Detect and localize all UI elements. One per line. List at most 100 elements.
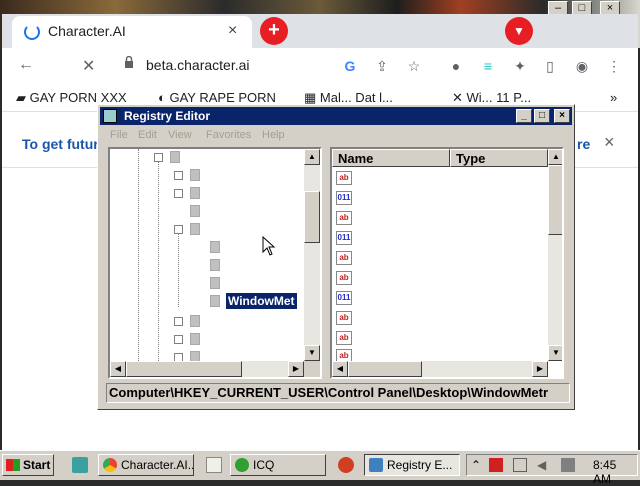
folder-icon[interactable] bbox=[210, 295, 220, 307]
column-header-name[interactable]: Name bbox=[332, 149, 450, 167]
tab-close-icon[interactable]: × bbox=[228, 22, 237, 40]
minimize-button[interactable]: _ bbox=[516, 109, 532, 123]
string-value-icon[interactable]: ab bbox=[336, 251, 352, 265]
column-header-type[interactable]: Type bbox=[450, 149, 548, 167]
tree-expander[interactable] bbox=[174, 225, 183, 234]
menu-favorites[interactable]: Favorites bbox=[206, 129, 251, 141]
share-icon[interactable]: ⇪ bbox=[372, 56, 392, 76]
tab-strip: Character.AI × + ▼ bbox=[2, 14, 638, 48]
profile-avatar-icon[interactable]: ◉ bbox=[572, 56, 592, 76]
maximize-button[interactable]: □ bbox=[534, 109, 550, 123]
back-arrow-icon[interactable]: ← bbox=[18, 56, 34, 74]
bookmarks-overflow-icon[interactable]: » bbox=[610, 90, 617, 105]
bookmark-item[interactable]: ◐ GAY RAPE PORN bbox=[158, 90, 276, 105]
banner-close-icon[interactable]: × bbox=[604, 132, 615, 153]
chrome-icon bbox=[103, 458, 117, 472]
menu-kebab-icon[interactable]: ⋮ bbox=[604, 56, 624, 76]
extension-icon[interactable]: ≡ bbox=[478, 56, 498, 76]
flag-icon[interactable] bbox=[489, 458, 503, 472]
binary-value-icon[interactable]: 011 bbox=[336, 291, 352, 305]
folder-icon[interactable] bbox=[210, 259, 220, 271]
title-bar[interactable]: Registry Editor _ □ × bbox=[100, 107, 572, 125]
scroll-left-icon[interactable]: ◀ bbox=[110, 361, 126, 377]
stop-loading-icon[interactable]: ✕ bbox=[82, 56, 95, 76]
tree-expander[interactable] bbox=[174, 335, 183, 344]
folder-icon[interactable] bbox=[206, 457, 222, 473]
tree-expander[interactable] bbox=[174, 189, 183, 198]
folder-icon[interactable] bbox=[190, 187, 200, 199]
folder-icon[interactable] bbox=[170, 151, 180, 163]
binary-value-icon[interactable]: 011 bbox=[336, 231, 352, 245]
tree-expander[interactable] bbox=[174, 171, 183, 180]
extensions-puzzle-icon[interactable]: ✦ bbox=[510, 56, 530, 76]
clock[interactable]: 8:45 AM bbox=[593, 458, 637, 486]
folder-icon[interactable] bbox=[190, 223, 200, 235]
tree-expander[interactable] bbox=[154, 153, 163, 162]
taskbar-item-icq[interactable]: ICQ bbox=[230, 454, 326, 476]
folder-icon[interactable] bbox=[190, 315, 200, 327]
window-title: Registry Editor bbox=[124, 109, 211, 123]
bookmark-star-icon[interactable]: ☆ bbox=[404, 56, 424, 76]
start-button[interactable]: Start bbox=[2, 454, 54, 476]
app-quicklaunch-icon[interactable] bbox=[338, 457, 354, 473]
side-panel-icon[interactable]: ▯ bbox=[540, 56, 560, 76]
status-bar-path: Computer\HKEY_CURRENT_USER\Control Panel… bbox=[106, 383, 570, 403]
list-vertical-scrollbar[interactable]: ▲ ▼ bbox=[548, 149, 562, 361]
show-desktop-icon[interactable] bbox=[72, 457, 88, 473]
tab-search-chevron-icon[interactable]: ▼ bbox=[505, 17, 533, 45]
key-tree-pane[interactable]: WindowMet ▲ ▼ ◀ ▶ bbox=[108, 147, 322, 379]
folder-icon[interactable] bbox=[210, 277, 220, 289]
tab-character-ai[interactable]: Character.AI × bbox=[12, 16, 252, 48]
scroll-down-icon[interactable]: ▼ bbox=[304, 345, 320, 361]
taskbar-item-chrome[interactable]: Character.AI... bbox=[98, 454, 194, 476]
menu-help[interactable]: Help bbox=[262, 129, 285, 141]
scroll-thumb[interactable] bbox=[348, 361, 422, 377]
close-button[interactable]: × bbox=[554, 109, 570, 123]
folder-icon[interactable] bbox=[190, 333, 200, 345]
scroll-thumb[interactable] bbox=[548, 165, 562, 235]
volume-icon[interactable]: ◀ bbox=[537, 458, 551, 472]
values-list-pane[interactable]: Name Type ab 011 ab 011 ab ab 011 ab ab … bbox=[330, 147, 564, 379]
google-lens-icon[interactable]: G bbox=[340, 56, 360, 76]
tree-horizontal-scrollbar[interactable]: ◀ ▶ bbox=[110, 361, 304, 377]
mouse-cursor-icon bbox=[262, 236, 276, 256]
selected-key[interactable]: WindowMet bbox=[226, 293, 297, 309]
tree-line bbox=[158, 155, 159, 361]
scroll-up-icon[interactable]: ▲ bbox=[304, 149, 320, 165]
scroll-right-icon[interactable]: ▶ bbox=[532, 361, 548, 377]
tray-app-icon[interactable] bbox=[561, 458, 575, 472]
scroll-thumb[interactable] bbox=[304, 191, 320, 243]
extension-avatar-icon[interactable]: ● bbox=[446, 56, 466, 76]
scroll-right-icon[interactable]: ▶ bbox=[288, 361, 304, 377]
folder-icon[interactable] bbox=[210, 241, 220, 253]
address-bar[interactable]: beta.character.ai bbox=[146, 57, 250, 73]
folder-icon[interactable] bbox=[190, 169, 200, 181]
scroll-down-icon[interactable]: ▼ bbox=[548, 345, 562, 361]
folder-icon[interactable] bbox=[190, 205, 200, 217]
string-value-icon[interactable]: ab bbox=[336, 311, 352, 325]
string-value-icon[interactable]: ab bbox=[336, 171, 352, 185]
string-value-icon[interactable]: ab bbox=[336, 331, 352, 345]
string-value-icon[interactable]: ab bbox=[336, 211, 352, 225]
list-header: Name Type bbox=[332, 149, 548, 167]
tree-expander[interactable] bbox=[174, 317, 183, 326]
taskbar-item-registry-editor[interactable]: Registry E... bbox=[364, 454, 460, 476]
menu-edit[interactable]: Edit bbox=[138, 129, 157, 141]
menu-file[interactable]: File bbox=[110, 129, 128, 141]
binary-value-icon[interactable]: 011 bbox=[336, 191, 352, 205]
list-horizontal-scrollbar[interactable]: ◀ ▶ bbox=[332, 361, 548, 377]
banner-text-end: re bbox=[577, 136, 591, 152]
scroll-up-icon[interactable]: ▲ bbox=[548, 149, 562, 165]
scroll-thumb[interactable] bbox=[126, 361, 242, 377]
task-label: ICQ bbox=[253, 458, 275, 472]
tray-expand-icon[interactable]: ⌃ bbox=[471, 458, 485, 472]
windows-logo-icon bbox=[6, 459, 20, 471]
regedit-icon bbox=[369, 458, 383, 472]
banner-text: To get futur bbox=[22, 136, 99, 152]
string-value-icon[interactable]: ab bbox=[336, 271, 352, 285]
new-tab-button[interactable]: + bbox=[260, 17, 288, 45]
scroll-left-icon[interactable]: ◀ bbox=[332, 361, 348, 377]
menu-view[interactable]: View bbox=[168, 129, 192, 141]
tree-vertical-scrollbar[interactable]: ▲ ▼ bbox=[304, 149, 320, 361]
network-icon[interactable] bbox=[513, 458, 527, 472]
